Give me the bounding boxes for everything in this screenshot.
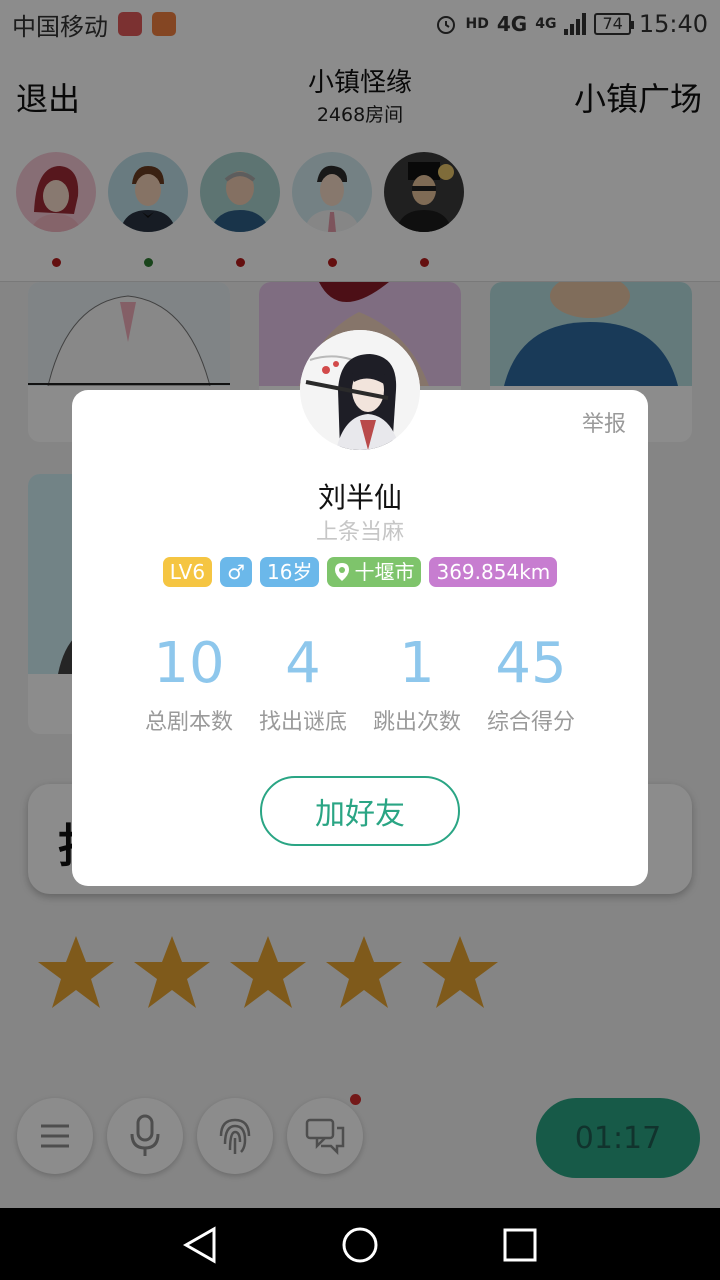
system-navigation-bar: [0, 1208, 720, 1280]
stat-value: 4: [285, 631, 321, 696]
city-tag: 十堰市: [327, 557, 422, 587]
player-signature: 上条当麻: [315, 520, 404, 545]
report-button[interactable]: 举报: [582, 406, 626, 438]
player-avatar-large: [300, 330, 420, 450]
stat-label: 找出谜底: [258, 710, 347, 735]
stat-value: 1: [399, 631, 435, 696]
stat-score: 45 综合得分: [474, 634, 588, 736]
stat-value: 10: [153, 631, 225, 696]
player-tags: LV6 ♂ 16岁 十堰市 369.854km: [72, 557, 648, 587]
avatar: [300, 330, 420, 450]
stat-total-scripts: 10 总剧本数: [132, 634, 246, 736]
distance-tag: 369.854km: [429, 557, 558, 587]
back-icon[interactable]: [180, 1226, 220, 1264]
stat-value: 45: [495, 631, 567, 696]
stat-solved: 4 找出谜底: [246, 634, 360, 736]
home-icon[interactable]: [340, 1226, 380, 1264]
city-label: 十堰市: [354, 560, 415, 584]
stat-label: 总剧本数: [144, 710, 233, 735]
age-tag: 16岁: [260, 557, 320, 587]
player-name: 刘半仙: [317, 481, 402, 514]
stat-label: 跳出次数: [372, 710, 461, 735]
player-profile-dialog: 举报 刘半仙 上条当麻 LV6 ♂ 16岁 十堰市 369.854km 10 总…: [72, 390, 648, 886]
gender-tag: ♂: [220, 557, 253, 587]
recents-icon[interactable]: [502, 1228, 538, 1262]
add-friend-button[interactable]: 加好友: [260, 776, 460, 846]
stat-label: 综合得分: [486, 710, 575, 735]
level-tag: LV6: [162, 557, 213, 587]
player-stats: 10 总剧本数 4 找出谜底 1 跳出次数 45 综合得分: [132, 634, 588, 736]
stat-quits: 1 跳出次数: [360, 634, 474, 736]
location-pin-icon: [335, 563, 350, 581]
